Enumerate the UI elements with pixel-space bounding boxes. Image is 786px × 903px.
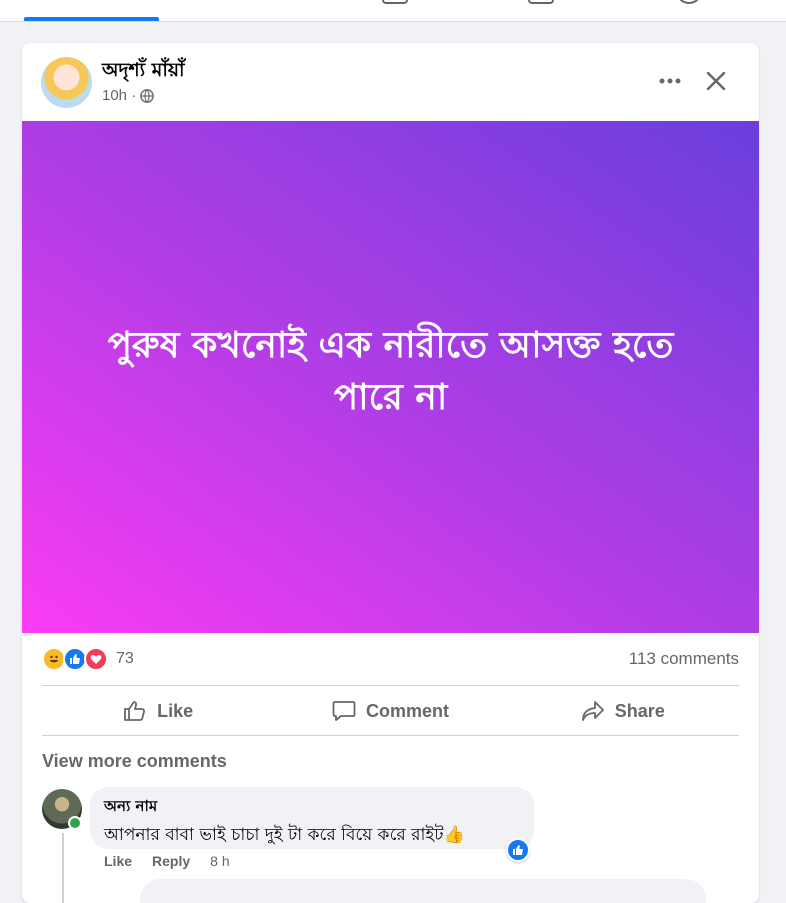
top-navigation-bar [0, 0, 786, 22]
like-button[interactable]: Like [42, 687, 274, 735]
post-meta: 10h · [102, 87, 155, 104]
reply-input[interactable] [140, 879, 706, 903]
like-label: Like [157, 700, 194, 721]
reactions-summary: 73 113 comments [22, 641, 759, 679]
more-dots-icon [659, 78, 681, 84]
commenter-name[interactable]: অন্য নাম [104, 795, 520, 820]
reaction-count[interactable]: 73 [116, 650, 134, 668]
view-more-comments-link[interactable]: View more comments [42, 751, 227, 772]
author-name[interactable]: অদৃশ্যঁ মাঁয়াঁ [102, 56, 185, 88]
marketplace-tab-icon[interactable] [528, 0, 554, 4]
comment-text: আপনার বাবা ভাই চাচা দুই টা করে বিয়ে করে… [104, 825, 465, 845]
post-body-text: পুরুষ কখনোই এক নারীতে আসক্ত হতে পারে না [107, 325, 674, 418]
divider-bottom [42, 735, 739, 736]
close-button[interactable] [698, 63, 734, 99]
author-avatar[interactable] [41, 57, 92, 108]
post-actions: Like Comment Share [42, 687, 739, 735]
share-label: Share [614, 700, 665, 721]
share-button[interactable]: Share [507, 687, 739, 735]
love-reaction-icon [84, 647, 108, 671]
comment-label: Comment [365, 700, 449, 721]
text-post-background[interactable]: পুরুষ কখনোই এক নারীতে আসক্ত হতে পারে না [22, 121, 759, 633]
globe-icon [140, 88, 155, 103]
comment-like-reaction-icon[interactable] [506, 838, 530, 862]
comment-actions: Like Reply 8 h [104, 853, 230, 869]
share-icon [581, 701, 604, 721]
comment-button[interactable]: Comment [274, 687, 506, 735]
online-status-dot [68, 816, 82, 830]
more-options-button[interactable] [652, 63, 688, 99]
home-tab-indicator[interactable] [24, 17, 159, 21]
divider-top [42, 685, 739, 686]
post-card: অদৃশ্যঁ মাঁয়াঁ 10h · পুরুষ কখনোই এক নার… [22, 43, 759, 903]
post-time[interactable]: 10h · [102, 87, 136, 104]
post-header: অদৃশ্যঁ মাঁয়াঁ 10h · [22, 43, 759, 121]
comment-like-button[interactable]: Like [104, 853, 132, 869]
like-icon [124, 701, 146, 721]
comment-count[interactable]: 113 comments [629, 649, 739, 669]
comment-icon [332, 701, 356, 721]
friends-tab-icon[interactable] [382, 0, 408, 4]
close-icon [706, 71, 726, 91]
comment-bubble: অন্য নাম আপনার বাবা ভাই চাচা দুই টা করে … [90, 787, 534, 849]
comment-reply-button[interactable]: Reply [152, 853, 190, 869]
reaction-icons[interactable] [42, 647, 112, 671]
comment-thread-line [62, 833, 64, 903]
comment-time[interactable]: 8 h [210, 853, 229, 869]
profile-tab-icon[interactable] [676, 0, 702, 4]
